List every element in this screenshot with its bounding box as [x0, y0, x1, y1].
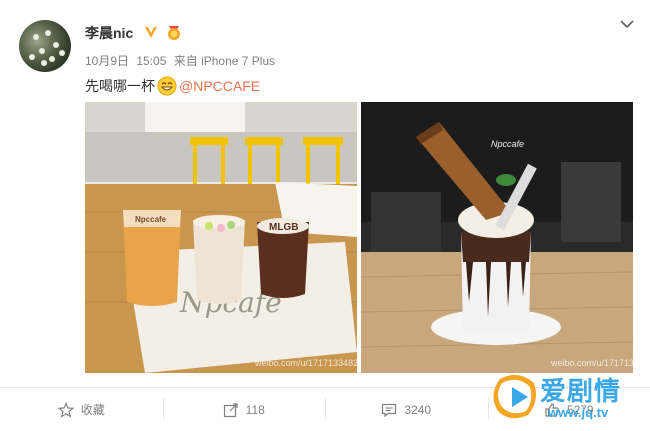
svg-text:MLGB: MLGB — [269, 222, 298, 233]
svg-text:Npccafe: Npccafe — [135, 215, 167, 224]
verified-badge-icon[interactable] — [143, 24, 159, 40]
post-source: 来自 iPhone 7 Plus — [173, 54, 276, 68]
freakshake-photo-image: Npccafe — [361, 102, 633, 373]
share-button[interactable]: 118 — [162, 388, 326, 431]
post-body: 先喝哪一杯 — [85, 78, 155, 94]
medal-icon[interactable] — [165, 23, 183, 41]
comment-icon — [382, 403, 397, 417]
share-icon — [223, 402, 238, 417]
share-count: 118 — [245, 402, 265, 417]
post-time[interactable]: 15:05 — [136, 54, 166, 68]
post-photo-2[interactable]: Npccafe weibo.com/u/1717133482 — [361, 102, 633, 373]
chevron-down-icon[interactable] — [619, 18, 635, 30]
post-text: 先喝哪一杯 @NPCCAFE — [85, 76, 260, 96]
post-date[interactable]: 10月9日 — [85, 54, 129, 68]
drinks-photo-image: Npcafe Npccafe MLGB — [85, 102, 357, 373]
post-meta: 10月9日 15:05 来自 iPhone 7 Plus — [85, 52, 279, 69]
photo-watermark: weibo.com/u/1717133482 — [255, 358, 357, 368]
site-logo-url: www.jq.tv — [548, 405, 609, 420]
favorite-button[interactable]: 收藏 — [0, 388, 163, 431]
mention-link[interactable]: @NPCCAFE — [179, 78, 260, 94]
svg-text:Npccafe: Npccafe — [491, 139, 524, 149]
avatar[interactable] — [19, 20, 71, 72]
site-logo-text: 爱剧情 — [540, 377, 622, 407]
favorite-label: 收藏 — [80, 403, 105, 417]
post-photo-1[interactable]: Npcafe Npccafe MLGB weibo.com/u/17171334… — [85, 102, 357, 373]
comment-button[interactable]: 3240 — [325, 388, 488, 431]
comment-count: 3240 — [404, 402, 432, 417]
star-icon — [57, 401, 74, 418]
username[interactable]: 李晨nic — [85, 23, 133, 43]
grin-emoji-icon — [157, 76, 177, 96]
